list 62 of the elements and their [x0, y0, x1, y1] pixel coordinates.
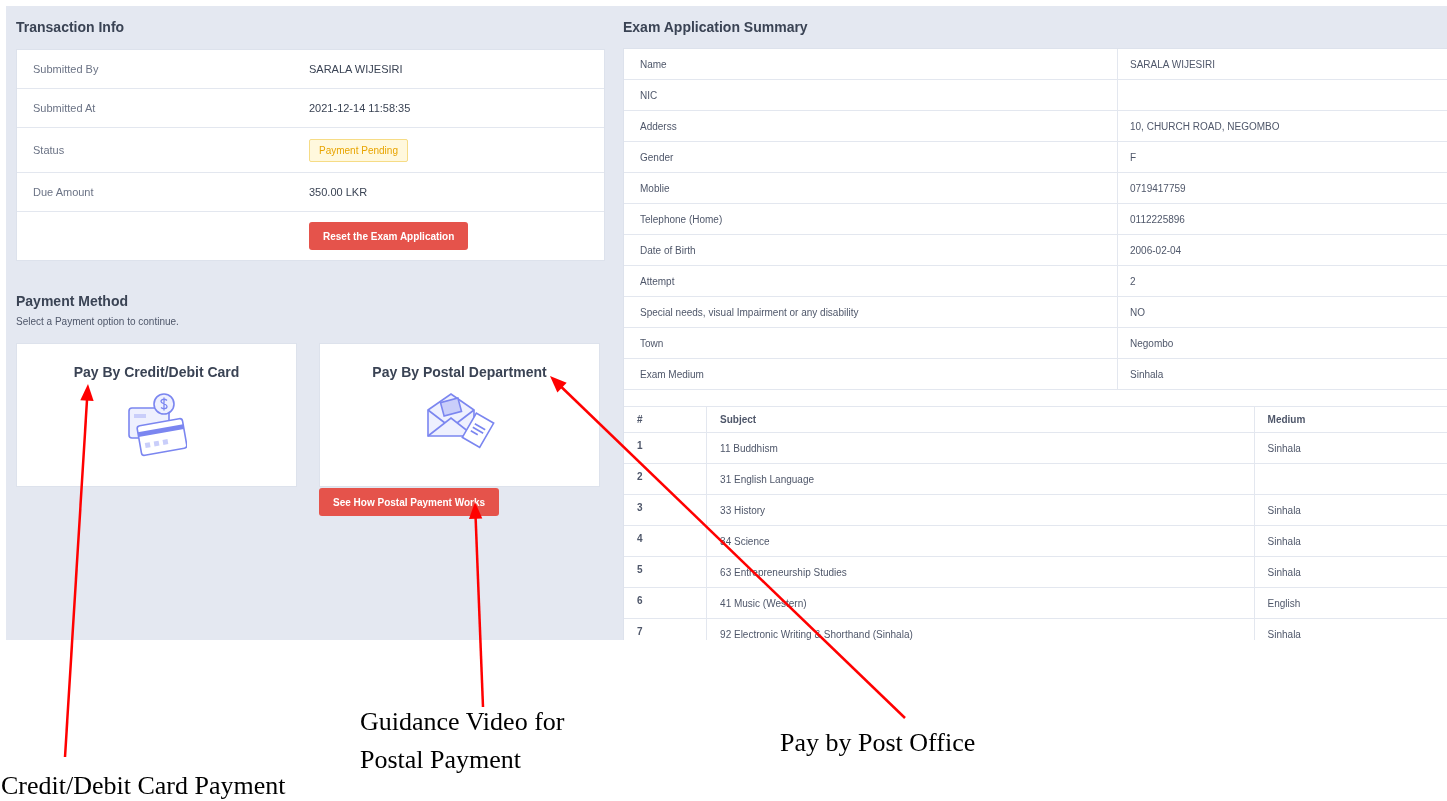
section-title: Exam Application Summary	[623, 18, 809, 37]
table-cell: Special needs, visual Impairment or any disability	[624, 297, 1118, 327]
table-cell: 7	[624, 619, 708, 640]
table-cell-text: English	[1266, 596, 1302, 611]
table-cell-text: NO	[1129, 305, 1145, 320]
table-cell: 33 History	[707, 495, 1255, 525]
table-cell-text: Sinhala	[1129, 367, 1164, 382]
table-cell-text: Sinhala	[1266, 503, 1302, 518]
option-title: Pay By Postal Department	[372, 364, 547, 380]
table-cell: 31 English Language	[707, 464, 1255, 494]
table-cell: 6	[624, 588, 708, 618]
annotation-text: Guidance Video for Postal Payment	[360, 706, 566, 776]
status-badge: Payment Pending	[309, 138, 408, 162]
table-cell-text: Negombo	[1129, 336, 1174, 351]
table-cell-text: 2006-02-04	[1129, 243, 1182, 258]
column-header: Subject	[707, 407, 1255, 432]
reset-button[interactable]: Reset the Exam Application	[309, 222, 469, 250]
table-cell-text: 2	[1129, 274, 1136, 289]
table-cell: Gender	[624, 142, 1118, 172]
table-cell: 4	[624, 526, 708, 556]
table-cell: Town	[624, 328, 1118, 358]
section-title: Payment Method	[16, 293, 129, 309]
payment-option-card[interactable]: Pay By Credit/Debit Card	[16, 343, 297, 487]
field-label: Due Amount	[32, 186, 95, 198]
table-cell: Telephone (Home)	[624, 204, 1118, 234]
section-title: Transaction Info	[16, 18, 126, 37]
table-cell: 5	[624, 557, 708, 587]
postal-guide-button[interactable]: See How Postal Payment Works	[319, 488, 500, 516]
table-cell: Date of Birth	[624, 235, 1118, 265]
column-header: #	[624, 407, 708, 432]
table-cell-text: F	[1129, 150, 1137, 165]
table-cell-text: 10, CHURCH ROAD, NEGOMBO	[1129, 119, 1280, 134]
annotation-text: Credit/Debit Card Payment	[1, 770, 286, 801]
table-cell-text: Sinhala	[1266, 441, 1302, 456]
table-cell: 3	[624, 495, 708, 525]
table-cell-text: 0112225896	[1129, 212, 1185, 227]
annotation-text: Pay by Post Office	[780, 727, 976, 759]
credit-card-icon	[126, 392, 187, 458]
table-cell: Adderss	[624, 111, 1118, 141]
field-label: Submitted At	[32, 102, 97, 114]
payment-option-card[interactable]: Pay By Postal Department	[319, 343, 600, 487]
option-title: Pay By Credit/Debit Card	[73, 364, 240, 380]
table-cell: Attempt	[624, 266, 1118, 296]
table-cell-text: Sinhala	[1266, 627, 1302, 640]
field-value: SARALA WIJESIRI	[309, 63, 403, 75]
table-cell: 2	[624, 464, 708, 494]
table-cell-text: 0719417759	[1129, 181, 1186, 196]
field-label: Submitted By	[32, 63, 100, 75]
table-cell: 11 Buddhism	[707, 433, 1255, 463]
table-cell-text: Sinhala	[1266, 534, 1302, 549]
table-cell: Exam Medium	[624, 359, 1118, 389]
field-value: 2021-12-14 11:58:35	[309, 102, 411, 114]
table-cell-text: Sinhala	[1266, 565, 1302, 580]
column-header: Medium	[1266, 413, 1307, 427]
table-cell: NIC	[624, 80, 1118, 110]
section-subtitle: Select a Payment option to continue.	[16, 316, 180, 327]
table-cell: 1	[624, 433, 708, 463]
field-value: 350.00 LKR	[309, 186, 368, 198]
table-cell: Moblie	[624, 173, 1118, 203]
table-cell: Name	[624, 49, 1118, 79]
field-label: Status	[32, 144, 66, 156]
table-cell-text: SARALA WIJESIRI	[1129, 57, 1216, 72]
